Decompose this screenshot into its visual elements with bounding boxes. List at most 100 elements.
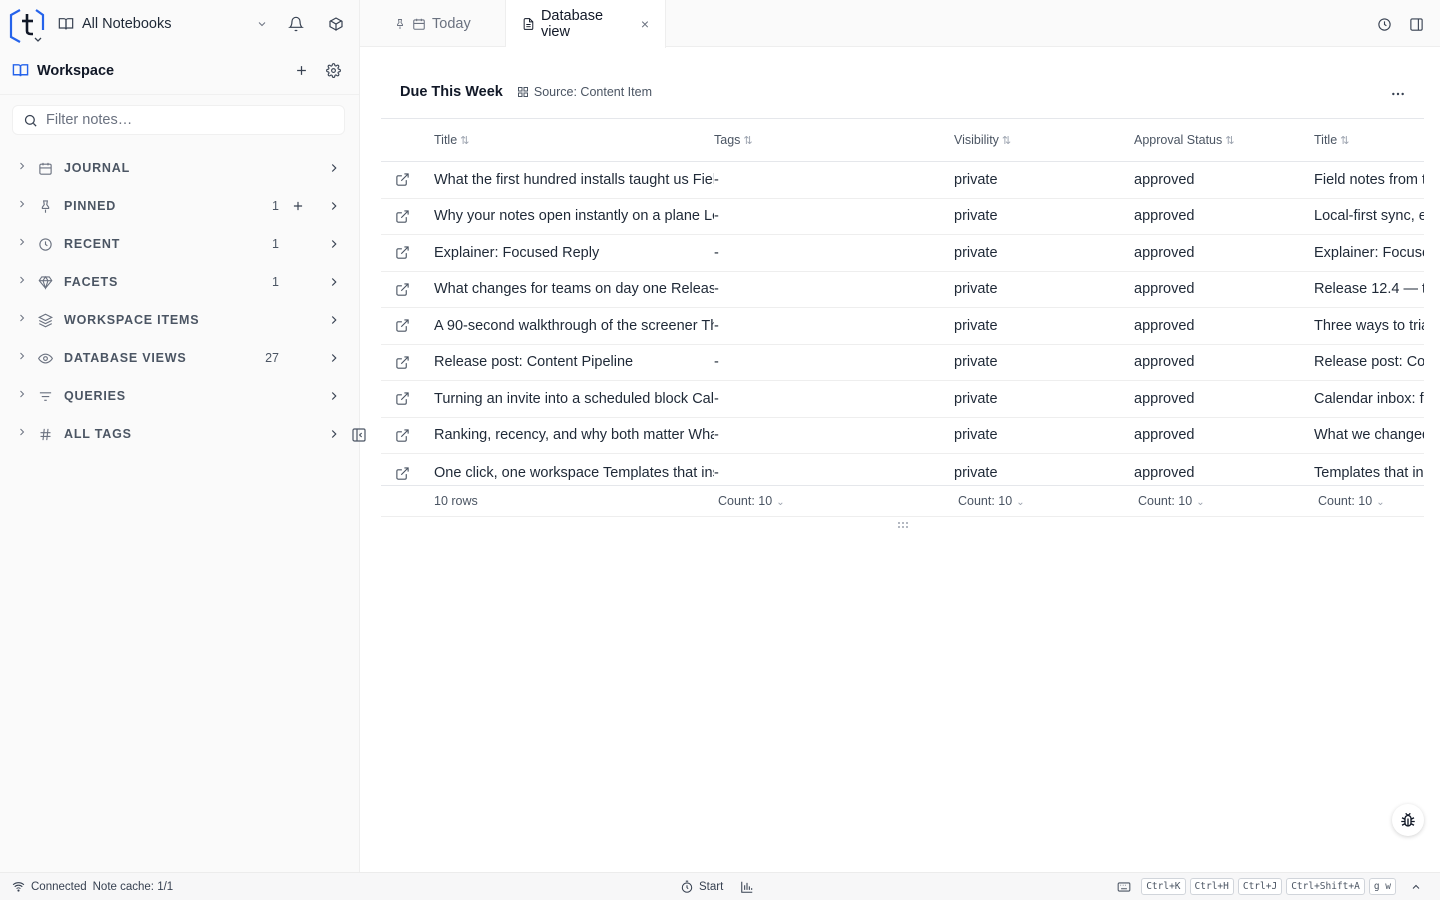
aggregate-count-approval[interactable]: Count: 10 ⌄	[1134, 494, 1314, 508]
aggregate-count-tags[interactable]: Count: 10 ⌄	[714, 494, 954, 508]
cell-approval-status[interactable]: approved	[1134, 281, 1314, 297]
cell-tags[interactable]: -	[714, 208, 954, 224]
cell-title[interactable]: One click, one workspace Templates that …	[434, 465, 714, 481]
column-header-title[interactable]: Title ⇅	[434, 133, 714, 147]
cell-approval-status[interactable]: approved	[1134, 318, 1314, 334]
cell-title-2[interactable]: Calendar inbox: from invite to block	[1314, 391, 1424, 407]
cell-tags[interactable]: -	[714, 172, 954, 188]
external-link-icon[interactable]	[381, 209, 434, 224]
cell-title-2[interactable]: What we changed in search	[1314, 427, 1424, 443]
start-timer-button[interactable]: Start	[680, 880, 723, 894]
chevron-right-icon[interactable]	[323, 161, 345, 175]
external-link-icon[interactable]	[381, 172, 434, 187]
shortcut-ctrl-k[interactable]: Ctrl+K	[1141, 878, 1186, 895]
sidebar-section-journal[interactable]: JOURNAL	[0, 149, 359, 187]
cell-title-2[interactable]: Templates that install in one click	[1314, 465, 1424, 481]
table-row[interactable]: What the first hundred installs taught u…	[381, 162, 1424, 199]
table-row[interactable]: A 90-second walkthrough of the screener …	[381, 308, 1424, 345]
sidebar-section-queries[interactable]: QUERIES	[0, 377, 359, 415]
add-note-button[interactable]	[287, 57, 315, 85]
table-row[interactable]: Turning an invite into a scheduled block…	[381, 381, 1424, 418]
cell-title[interactable]: A 90-second walkthrough of the screener …	[434, 318, 714, 334]
cell-visibility[interactable]: private	[954, 172, 1134, 188]
cell-title-2[interactable]: Explainer: Focused Reply	[1314, 245, 1424, 261]
notebook-selector[interactable]: All Notebooks	[58, 16, 268, 32]
filter-notes-input[interactable]	[46, 112, 326, 128]
external-link-icon[interactable]	[381, 428, 434, 443]
column-header-approval-status[interactable]: Approval Status ⇅	[1134, 133, 1314, 147]
cell-title-2[interactable]: Three ways to triage	[1314, 318, 1424, 334]
chevron-right-icon[interactable]	[323, 313, 345, 327]
chevron-right-icon[interactable]	[323, 389, 345, 403]
expand-status-button[interactable]	[1406, 873, 1426, 900]
shortcut-ctrl-h[interactable]: Ctrl+H	[1189, 878, 1234, 895]
cell-title-2[interactable]: Field notes from the first hundred	[1314, 172, 1424, 188]
chevron-right-icon[interactable]	[323, 199, 345, 213]
notifications-button[interactable]	[282, 10, 310, 38]
external-link-icon[interactable]	[381, 355, 434, 370]
column-header-visibility[interactable]: Visibility ⇅	[954, 133, 1134, 147]
external-link-icon[interactable]	[381, 466, 434, 481]
workspace-settings-button[interactable]	[319, 57, 347, 85]
cell-title[interactable]: What changes for teams on day one Releas…	[434, 281, 714, 297]
packages-button[interactable]	[322, 10, 350, 38]
stats-button[interactable]	[733, 873, 761, 900]
cell-title[interactable]: What the first hundred installs taught u…	[434, 172, 714, 188]
sidebar-section-all-tags[interactable]: ALL TAGS	[0, 415, 359, 453]
cell-tags[interactable]: -	[714, 318, 954, 334]
sidebar-section-pinned[interactable]: PINNED 1	[0, 187, 359, 225]
sidebar-section-workspace-items[interactable]: WORKSPACE ITEMS	[0, 301, 359, 339]
cell-tags[interactable]: -	[714, 354, 954, 370]
cell-approval-status[interactable]: approved	[1134, 172, 1314, 188]
sidebar-section-facets[interactable]: FACETS 1	[0, 263, 359, 301]
cell-visibility[interactable]: private	[954, 208, 1134, 224]
chevron-right-icon[interactable]	[323, 275, 345, 289]
cell-title[interactable]: Turning an invite into a scheduled block…	[434, 391, 714, 407]
chevron-right-icon[interactable]	[323, 427, 345, 441]
cell-tags[interactable]: -	[714, 281, 954, 297]
view-source[interactable]: Source: Content Item	[517, 85, 652, 99]
cell-tags[interactable]: -	[714, 465, 954, 481]
cell-approval-status[interactable]: approved	[1134, 208, 1314, 224]
cell-tags[interactable]: -	[714, 245, 954, 261]
table-row[interactable]: What changes for teams on day one Releas…	[381, 272, 1424, 308]
table-row[interactable]: Release post: Content Pipeline - private…	[381, 345, 1424, 381]
external-link-icon[interactable]	[381, 391, 434, 406]
cell-visibility[interactable]: private	[954, 354, 1134, 370]
view-more-button[interactable]	[1384, 82, 1412, 106]
cell-visibility[interactable]: private	[954, 318, 1134, 334]
history-button[interactable]	[1370, 10, 1398, 38]
cell-tags[interactable]: -	[714, 427, 954, 443]
cell-visibility[interactable]: private	[954, 281, 1134, 297]
close-tab-button[interactable]: ×	[641, 16, 649, 32]
external-link-icon[interactable]	[381, 245, 434, 260]
column-header-tags[interactable]: Tags ⇅	[714, 133, 954, 147]
app-logo[interactable]	[8, 4, 48, 44]
cell-approval-status[interactable]: approved	[1134, 427, 1314, 443]
cell-visibility[interactable]: private	[954, 391, 1134, 407]
cell-visibility[interactable]: private	[954, 427, 1134, 443]
cell-visibility[interactable]: private	[954, 245, 1134, 261]
resize-handle[interactable]	[897, 520, 909, 532]
cell-title[interactable]: Why your notes open instantly on a plane…	[434, 208, 714, 224]
table-row[interactable]: Explainer: Focused Reply - private appro…	[381, 235, 1424, 272]
debug-button[interactable]	[1392, 804, 1424, 836]
add-pinned-button[interactable]	[287, 199, 309, 213]
cell-approval-status[interactable]: approved	[1134, 391, 1314, 407]
tab-today[interactable]: Today	[360, 0, 506, 47]
shortcut-ctrl-j[interactable]: Ctrl+J	[1237, 878, 1283, 895]
chevron-right-icon[interactable]	[323, 237, 345, 251]
cell-title[interactable]: Explainer: Focused Reply	[434, 245, 714, 261]
cell-approval-status[interactable]: approved	[1134, 354, 1314, 370]
aggregate-count-title-2[interactable]: Count: 10 ⌄	[1314, 494, 1424, 508]
sidebar-section-recent[interactable]: RECENT 1	[0, 225, 359, 263]
shortcut-g-w[interactable]: g w	[1368, 878, 1396, 895]
cell-visibility[interactable]: private	[954, 465, 1134, 481]
cell-title-2[interactable]: Release post: Content Pipeline	[1314, 354, 1424, 370]
cell-title[interactable]: Release post: Content Pipeline	[434, 354, 714, 370]
sidebar-section-database-views[interactable]: DATABASE VIEWS 27	[0, 339, 359, 377]
cell-title[interactable]: Ranking, recency, and why both matter Wh…	[434, 427, 714, 443]
tab-database-view[interactable]: Database view ×	[506, 0, 666, 48]
cell-title-2[interactable]: Release 12.4 — the team release	[1314, 281, 1424, 297]
cell-title-2[interactable]: Local-first sync, explained	[1314, 208, 1424, 224]
